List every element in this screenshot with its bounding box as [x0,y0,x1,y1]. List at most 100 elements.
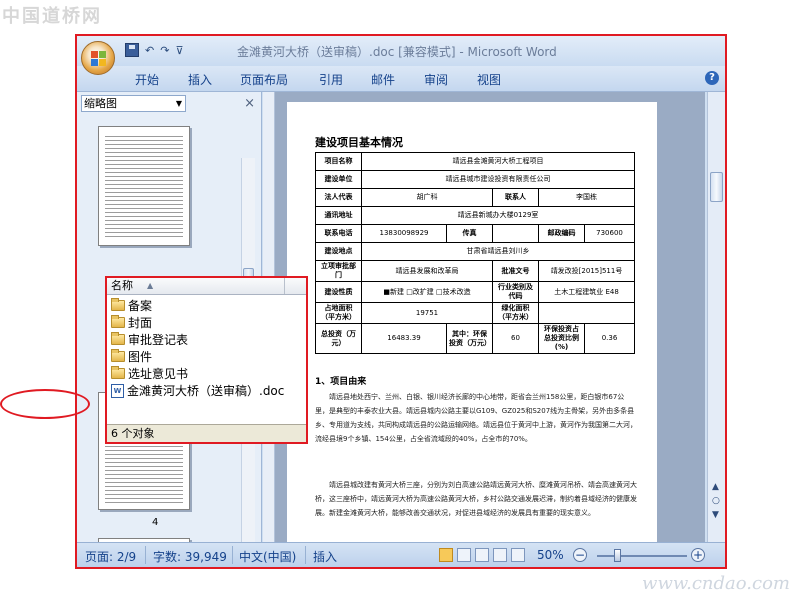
word-window: ↶ ↷ ⊽ 金滩黄河大桥（送审稿）.doc [兼容模式] - Microsoft… [75,34,727,569]
page-count[interactable]: 页面: 2/9 [85,548,136,565]
insert-mode[interactable]: 插入 [313,548,337,565]
office-logo-icon [91,51,106,66]
name-column-label: 名称 [111,279,133,292]
table-cell: 立项审批部门 [315,260,362,282]
table-cell: 靖发改投[2015]511号 [538,260,635,282]
table-cell: 批准文号 [492,260,540,282]
paragraph-2: 靖远县城改建有黄河大桥三座，分别为刘白高速公路靖远黄河大桥、糜滩黄河吊桥、靖会高… [315,481,637,517]
table-row: 占地面积（平方米） 19751 绿化面积（平方米） [315,302,635,324]
folder-name: 备案 [128,299,153,313]
previous-page-icon[interactable]: ▲ [712,482,719,492]
office-button[interactable] [81,41,115,75]
zoom-level[interactable]: 50% [537,548,564,562]
zoom-slider-knob[interactable] [614,549,621,562]
document-area: 建设项目基本情况 项目名称 靖远县金滩黄河大桥工程项目 建设单位 靖远县城市建设投资… [263,92,705,544]
section-heading: 1、项目由来 [315,377,367,387]
table-row: 法人代表 胡广科 联系人 李国栋 [315,188,635,207]
browse-object-icon[interactable]: ○ [712,496,720,506]
nav-view-label: 缩略图 [84,96,117,110]
folder-icon [111,315,125,328]
tab-insert[interactable]: 插入 [188,71,212,88]
print-layout-view-icon[interactable] [439,548,453,562]
thumbnail-page-number: 4 [152,517,159,528]
folder-name: 审批登记表 [128,333,189,347]
tab-references[interactable]: 引用 [319,71,343,88]
window-title: 金滩黄河大桥（送审稿）.doc [兼容模式] - Microsoft Word [237,45,557,59]
table-row: 联系电话 13830098929 传真 邮政编码 730600 [315,224,635,243]
draft-view-icon[interactable] [511,548,525,562]
table-cell: 60 [492,323,540,354]
redo-icon[interactable]: ↷ [160,44,169,57]
table-cell: 联系人 [492,188,540,207]
customize-qat-icon[interactable]: ⊽ [175,44,183,57]
folder-item[interactable]: 备案 [107,297,306,314]
word-document-icon: W [111,383,124,398]
table-cell: 环保投资占总投资比例(%) [538,323,586,354]
table-cell: 李国栋 [538,188,635,207]
zoom-slider[interactable] [597,555,687,557]
status-divider [305,546,306,564]
table-cell: 13830098929 [360,224,448,243]
close-icon[interactable]: × [244,96,255,111]
document-scrollbar[interactable]: ▲ ○ ▼ [707,92,725,544]
tab-home[interactable]: 开始 [135,71,159,88]
file-item[interactable]: W 金滩黄河大桥（送审稿）.doc [107,382,306,399]
chevron-down-icon: ▼ [175,98,182,108]
status-divider [232,546,233,564]
file-name: 金滩黄河大桥（送审稿）.doc [127,384,285,398]
table-row: 项目名称 靖远县金滩黄河大桥工程项目 [315,152,635,171]
name-column-header[interactable]: 名称 ▲ [107,278,285,294]
word-count[interactable]: 字数: 39,949 [153,548,227,565]
doc-heading: 建设项目基本情况 [315,136,403,149]
table-cell: 建设性质 [315,281,362,303]
folder-item[interactable]: 封面 [107,314,306,331]
table-cell: 邮政编码 [538,224,586,243]
table-cell: 19751 [360,302,494,324]
table-row: 建设单位 靖远县城市建设投资有限责任公司 [315,170,635,189]
tab-review[interactable]: 审阅 [424,71,448,88]
table-cell: 法人代表 [315,188,362,207]
tab-mailings[interactable]: 邮件 [371,71,395,88]
explorer-header: 名称 ▲ [107,278,306,295]
ribbon-tabs: 开始 插入 页面布局 引用 邮件 审阅 视图 ? [77,66,725,92]
nav-view-select[interactable]: 缩略图 ▼ [81,94,186,112]
table-cell: 靖远县金滩黄河大桥工程项目 [361,152,635,171]
zoom-out-icon[interactable]: − [573,548,587,562]
zoom-in-icon[interactable]: + [691,548,705,562]
folder-item[interactable]: 审批登记表 [107,331,306,348]
folder-name: 选址意见书 [128,367,189,381]
web-layout-view-icon[interactable] [475,548,489,562]
tab-view[interactable]: 视图 [477,71,501,88]
table-cell: ■新建 □改扩建 □技术改造 [360,281,494,303]
table-cell: 建设地点 [315,242,362,261]
table-row: 建设地点 甘肃省靖远县刘川乡 [315,242,635,261]
tab-page-layout[interactable]: 页面布局 [240,71,288,88]
file-explorer-popup: 名称 ▲ 备案 封面 审批登记表 图件 选址意见书 W 金滩黄河大桥（送审稿）.do… [105,276,308,444]
document-page[interactable]: 建设项目基本情况 项目名称 靖远县金滩黄河大桥工程项目 建设单位 靖远县城市建设投资… [287,102,657,544]
table-cell: 胡广科 [360,188,494,207]
folder-icon [111,349,125,362]
thumbnail-text [105,133,183,239]
page-thumbnail-1[interactable] [98,126,190,246]
language-indicator[interactable]: 中文(中国) [239,548,296,565]
save-icon[interactable] [125,43,139,57]
table-cell: 传真 [446,224,494,243]
undo-icon[interactable]: ↶ [145,44,154,57]
help-icon[interactable]: ? [705,71,719,85]
status-divider [145,546,146,564]
table-cell: 土木工程建筑业 E48 [538,281,635,303]
folder-item[interactable]: 图件 [107,348,306,365]
folder-item[interactable]: 选址意见书 [107,365,306,382]
full-screen-view-icon[interactable] [457,548,471,562]
table-cell: 联系电话 [315,224,362,243]
outline-view-icon[interactable] [493,548,507,562]
table-row: 立项审批部门 靖远县发展和改革局 批准文号 靖发改投[2015]511号 [315,260,635,282]
folder-name: 封面 [128,316,153,330]
scroll-thumb[interactable] [710,172,723,202]
table-cell: 绿化面积（平方米） [492,302,540,324]
table-cell: 靖远县发展和改革局 [360,260,494,282]
table-cell: 其中：环保投资（万元） [446,323,494,354]
table-cell: 甘肃省靖远县刘川乡 [361,242,635,261]
table-cell: 占地面积（平方米） [315,302,362,324]
next-page-icon[interactable]: ▼ [712,510,719,520]
